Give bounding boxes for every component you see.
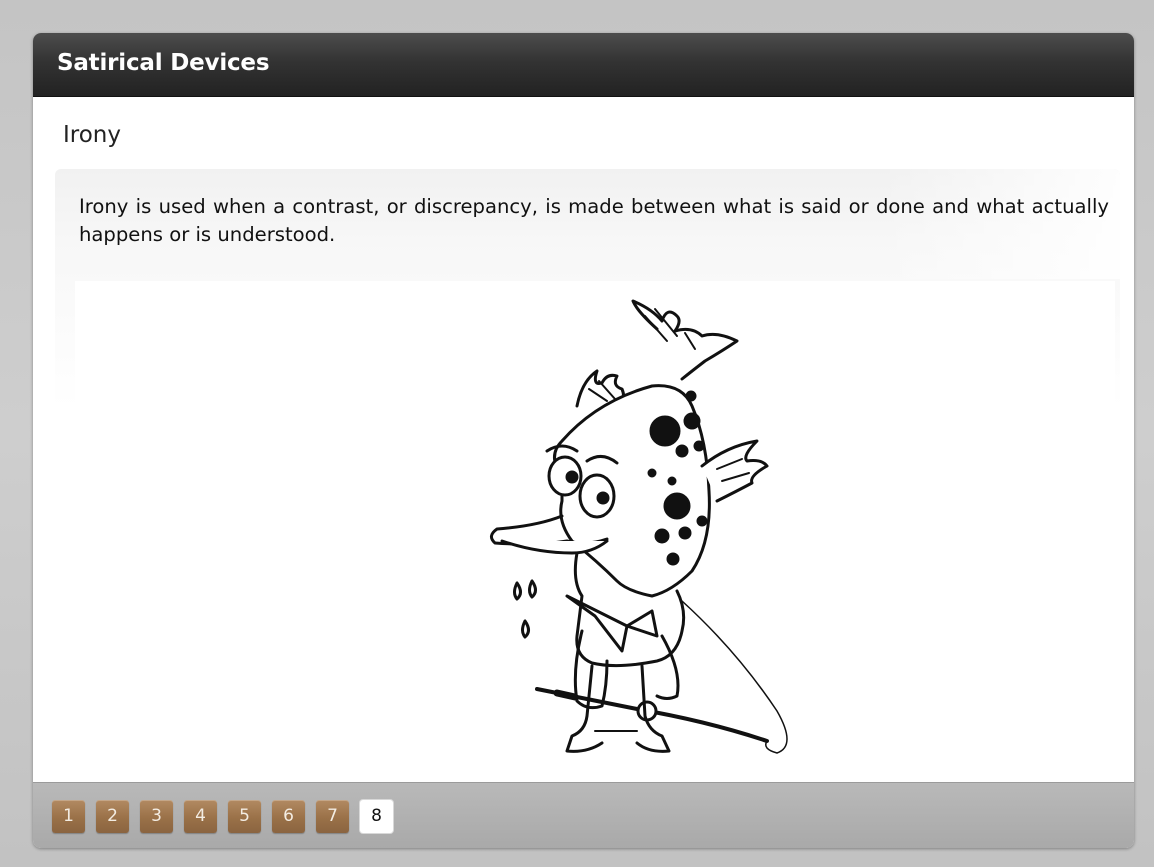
illustration-area (75, 281, 1115, 773)
slide-title: Satirical Devices (57, 50, 270, 76)
title-bar: Satirical Devices (33, 33, 1134, 97)
section-heading: Irony (63, 122, 121, 148)
page-button-2[interactable]: 2 (96, 800, 129, 833)
pagination: 1 2 3 4 5 6 7 8 (52, 800, 393, 833)
pagination-bar: 1 2 3 4 5 6 7 8 (33, 782, 1134, 848)
page-button-3[interactable]: 3 (140, 800, 173, 833)
page-button-7[interactable]: 7 (316, 800, 349, 833)
page-button-5[interactable]: 5 (228, 800, 261, 833)
fish-fisherman-cartoon-illustration (490, 299, 788, 754)
definition-text: Irony is used when a contrast, or discre… (79, 195, 1109, 246)
slide-panel: Satirical Devices Irony Irony is used wh… (33, 33, 1134, 848)
page-button-4[interactable]: 4 (184, 800, 217, 833)
page-button-1[interactable]: 1 (52, 800, 85, 833)
page-button-8-current[interactable]: 8 (360, 800, 393, 833)
page-button-6[interactable]: 6 (272, 800, 305, 833)
